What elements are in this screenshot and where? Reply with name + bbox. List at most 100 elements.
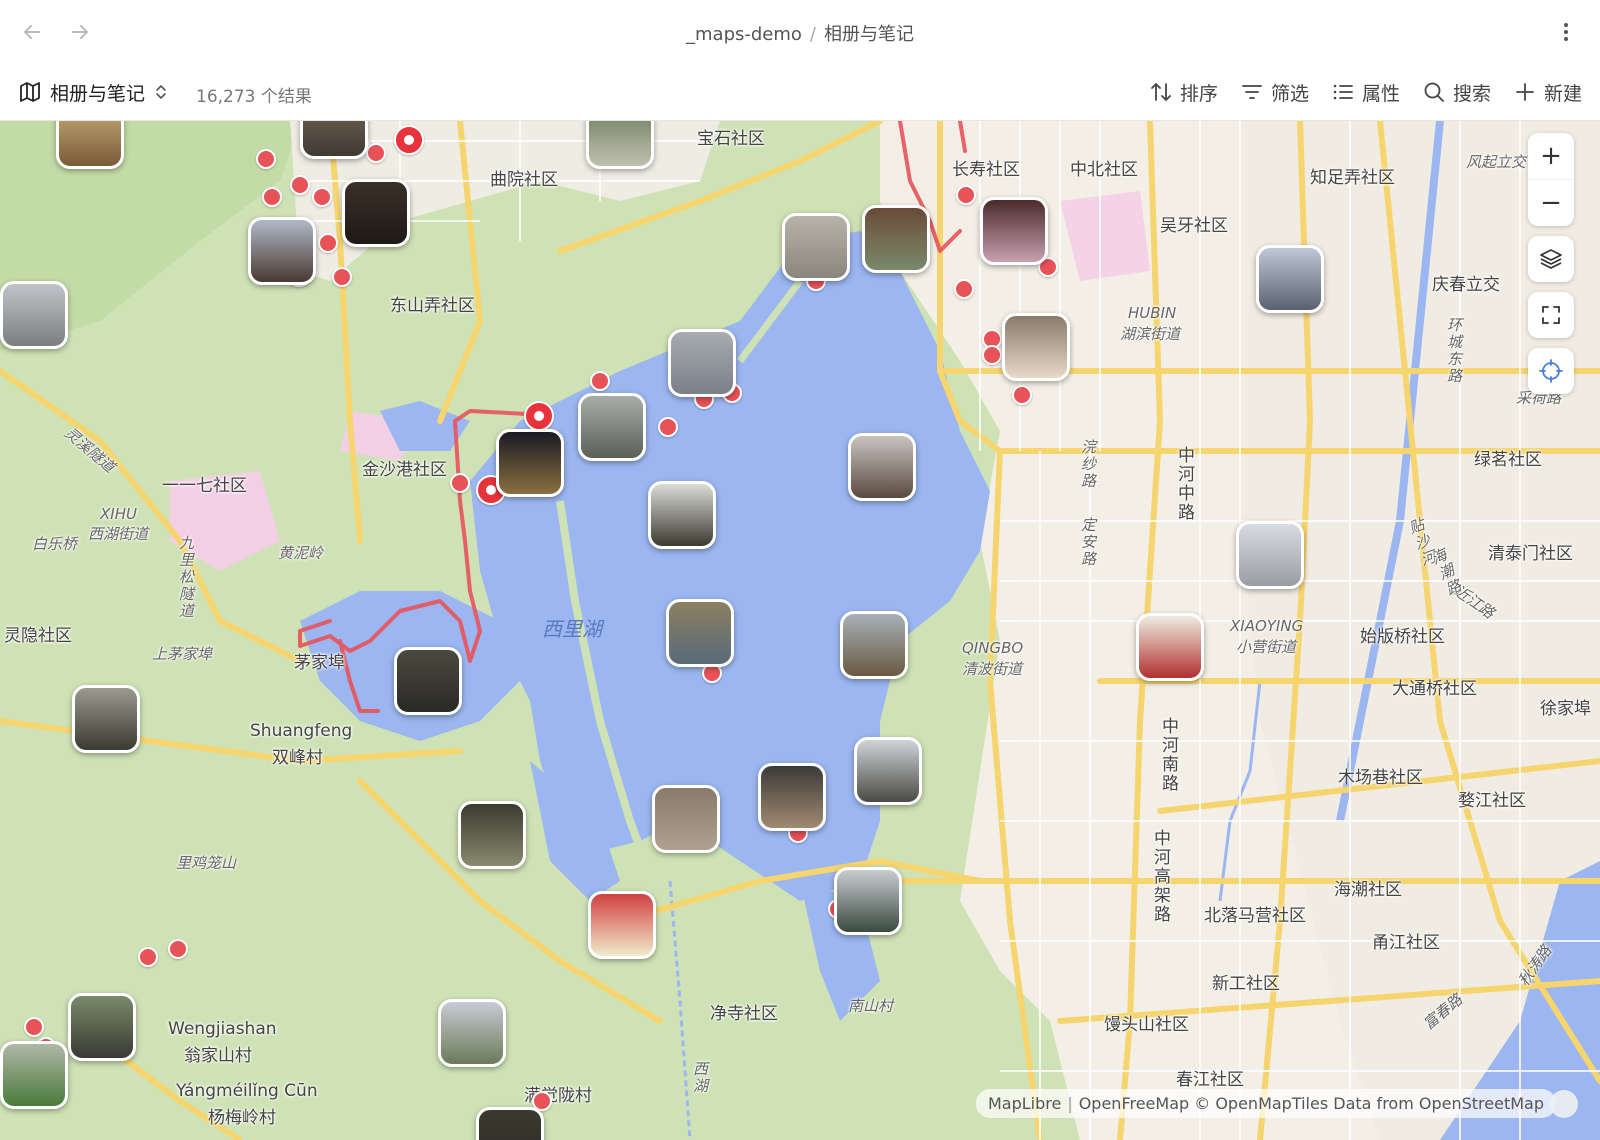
map-label: 茅家埠 bbox=[294, 653, 345, 673]
map-pin[interactable] bbox=[24, 1017, 44, 1037]
photo-marker[interactable] bbox=[248, 217, 316, 285]
map-label: 翁家山村 bbox=[184, 1046, 252, 1066]
map-label: 中河南路 bbox=[1158, 717, 1178, 793]
photo-marker[interactable] bbox=[854, 737, 922, 805]
layers-control bbox=[1528, 236, 1574, 282]
sort-label: 排序 bbox=[1179, 82, 1218, 105]
map-pin[interactable] bbox=[954, 279, 974, 299]
map-pin[interactable] bbox=[312, 187, 332, 207]
photo-marker[interactable] bbox=[586, 121, 654, 169]
breadcrumb-separator: / bbox=[809, 24, 816, 45]
attribution-osm-link[interactable]: OpenFreeMap © OpenMapTiles Data from Ope… bbox=[1079, 1094, 1544, 1113]
photo-marker[interactable] bbox=[496, 429, 564, 497]
photo-marker[interactable] bbox=[782, 213, 850, 281]
attribution-maplibre-link[interactable]: MapLibre bbox=[988, 1094, 1061, 1113]
map-pin[interactable] bbox=[1012, 385, 1032, 405]
photo-marker[interactable] bbox=[980, 197, 1048, 265]
map-pin[interactable] bbox=[450, 473, 470, 493]
zoom-in-button[interactable]: + bbox=[1528, 133, 1574, 179]
properties-button[interactable]: 属性 bbox=[1331, 79, 1400, 106]
layers-button[interactable] bbox=[1528, 236, 1574, 282]
map-label: 黄泥岭 bbox=[278, 544, 324, 562]
photo-marker[interactable] bbox=[72, 685, 140, 753]
view-name: 相册与笔记 bbox=[50, 82, 146, 105]
photo-marker[interactable] bbox=[68, 993, 136, 1061]
photo-marker[interactable] bbox=[652, 785, 720, 853]
photo-marker[interactable] bbox=[342, 179, 410, 247]
photo-marker[interactable] bbox=[476, 1107, 544, 1140]
map-pin[interactable] bbox=[290, 175, 310, 195]
map-canvas[interactable]: 宝石社区 长寿社区 中北社区 知足弄社区 曲院社区 吴牙社区 东山弄社区 庆春立… bbox=[0, 121, 1600, 1140]
photo-marker[interactable] bbox=[0, 1041, 68, 1109]
zoom-out-button[interactable]: − bbox=[1528, 179, 1574, 226]
photo-marker[interactable] bbox=[300, 121, 368, 159]
new-button[interactable]: 新建 bbox=[1513, 79, 1582, 106]
photo-marker[interactable] bbox=[56, 121, 124, 169]
layers-icon bbox=[1540, 249, 1562, 269]
photo-marker[interactable] bbox=[578, 393, 646, 461]
photo-marker[interactable] bbox=[0, 281, 68, 349]
map-label: 大通桥社区 bbox=[1392, 679, 1477, 699]
photo-marker[interactable] bbox=[840, 611, 908, 679]
map-label: QINGBO bbox=[962, 639, 1024, 657]
map-label: 甬江社区 bbox=[1372, 933, 1440, 953]
map-pin[interactable] bbox=[138, 947, 158, 967]
map-pin[interactable] bbox=[366, 143, 386, 163]
map-label: 始版桥社区 bbox=[1360, 627, 1445, 647]
search-label: 搜索 bbox=[1452, 82, 1491, 105]
map-label: 曲院社区 bbox=[490, 170, 558, 190]
map-pin[interactable] bbox=[658, 417, 678, 437]
photo-marker[interactable] bbox=[666, 599, 734, 667]
attribution-toggle-button[interactable] bbox=[1550, 1090, 1578, 1118]
photo-marker[interactable] bbox=[834, 867, 902, 935]
map-label: 里鸡笼山 bbox=[176, 854, 237, 872]
locate-button[interactable] bbox=[1528, 348, 1574, 394]
view-switcher[interactable]: 相册与笔记 bbox=[18, 76, 169, 108]
arrow-right-icon[interactable] bbox=[66, 18, 94, 46]
search-icon bbox=[1424, 82, 1444, 102]
photo-marker[interactable] bbox=[862, 205, 930, 273]
map-pin[interactable] bbox=[332, 267, 352, 287]
photo-marker[interactable] bbox=[394, 647, 462, 715]
sort-button[interactable]: 排序 bbox=[1149, 79, 1218, 106]
fullscreen-button[interactable] bbox=[1528, 292, 1574, 338]
photo-marker[interactable] bbox=[458, 801, 526, 869]
photo-marker[interactable] bbox=[758, 763, 826, 831]
map-pin-selected[interactable] bbox=[394, 125, 424, 155]
photo-marker[interactable] bbox=[648, 481, 716, 549]
new-label: 新建 bbox=[1543, 82, 1582, 105]
locate-control bbox=[1528, 348, 1574, 394]
arrow-left-icon[interactable] bbox=[18, 18, 46, 46]
map-pin[interactable] bbox=[982, 345, 1002, 365]
more-vertical-icon[interactable] bbox=[1556, 18, 1576, 46]
map-label: 西湖 bbox=[691, 1061, 709, 1095]
photo-marker[interactable] bbox=[588, 891, 656, 959]
map-attribution: MapLibre | OpenFreeMap © OpenMapTiles Da… bbox=[975, 1089, 1556, 1118]
breadcrumb-current[interactable]: 相册与笔记 bbox=[824, 24, 914, 45]
map-pin[interactable] bbox=[590, 371, 610, 391]
filter-button[interactable]: 筛选 bbox=[1240, 79, 1309, 106]
map-pin[interactable] bbox=[318, 233, 338, 253]
search-button[interactable]: 搜索 bbox=[1422, 79, 1491, 106]
map-pin[interactable] bbox=[956, 185, 976, 205]
filter-icon bbox=[1242, 85, 1262, 99]
map-label: 净寺社区 bbox=[710, 1004, 778, 1024]
map-label: 小营街道 bbox=[1236, 638, 1297, 656]
map-label: Wengjiashan bbox=[168, 1019, 277, 1039]
photo-marker[interactable] bbox=[438, 999, 506, 1067]
photo-marker[interactable] bbox=[848, 433, 916, 501]
map-pin[interactable] bbox=[262, 187, 282, 207]
map-pin-selected[interactable] bbox=[524, 401, 554, 431]
breadcrumb-vault[interactable]: _maps-demo bbox=[686, 24, 802, 45]
map-label: 清泰门社区 bbox=[1488, 544, 1573, 564]
toolbar-actions: 排序 筛选 属性 搜索 新建 bbox=[1149, 76, 1582, 108]
map-pin[interactable] bbox=[256, 149, 276, 169]
photo-marker[interactable] bbox=[668, 329, 736, 397]
map-pin[interactable] bbox=[168, 939, 188, 959]
photo-marker[interactable] bbox=[1136, 613, 1204, 681]
photo-marker[interactable] bbox=[1256, 245, 1324, 313]
photo-marker[interactable] bbox=[1002, 313, 1070, 381]
map-label: 馒头山社区 bbox=[1104, 1015, 1189, 1035]
photo-marker[interactable] bbox=[1236, 521, 1304, 589]
map-label: 东山弄社区 bbox=[390, 296, 475, 316]
